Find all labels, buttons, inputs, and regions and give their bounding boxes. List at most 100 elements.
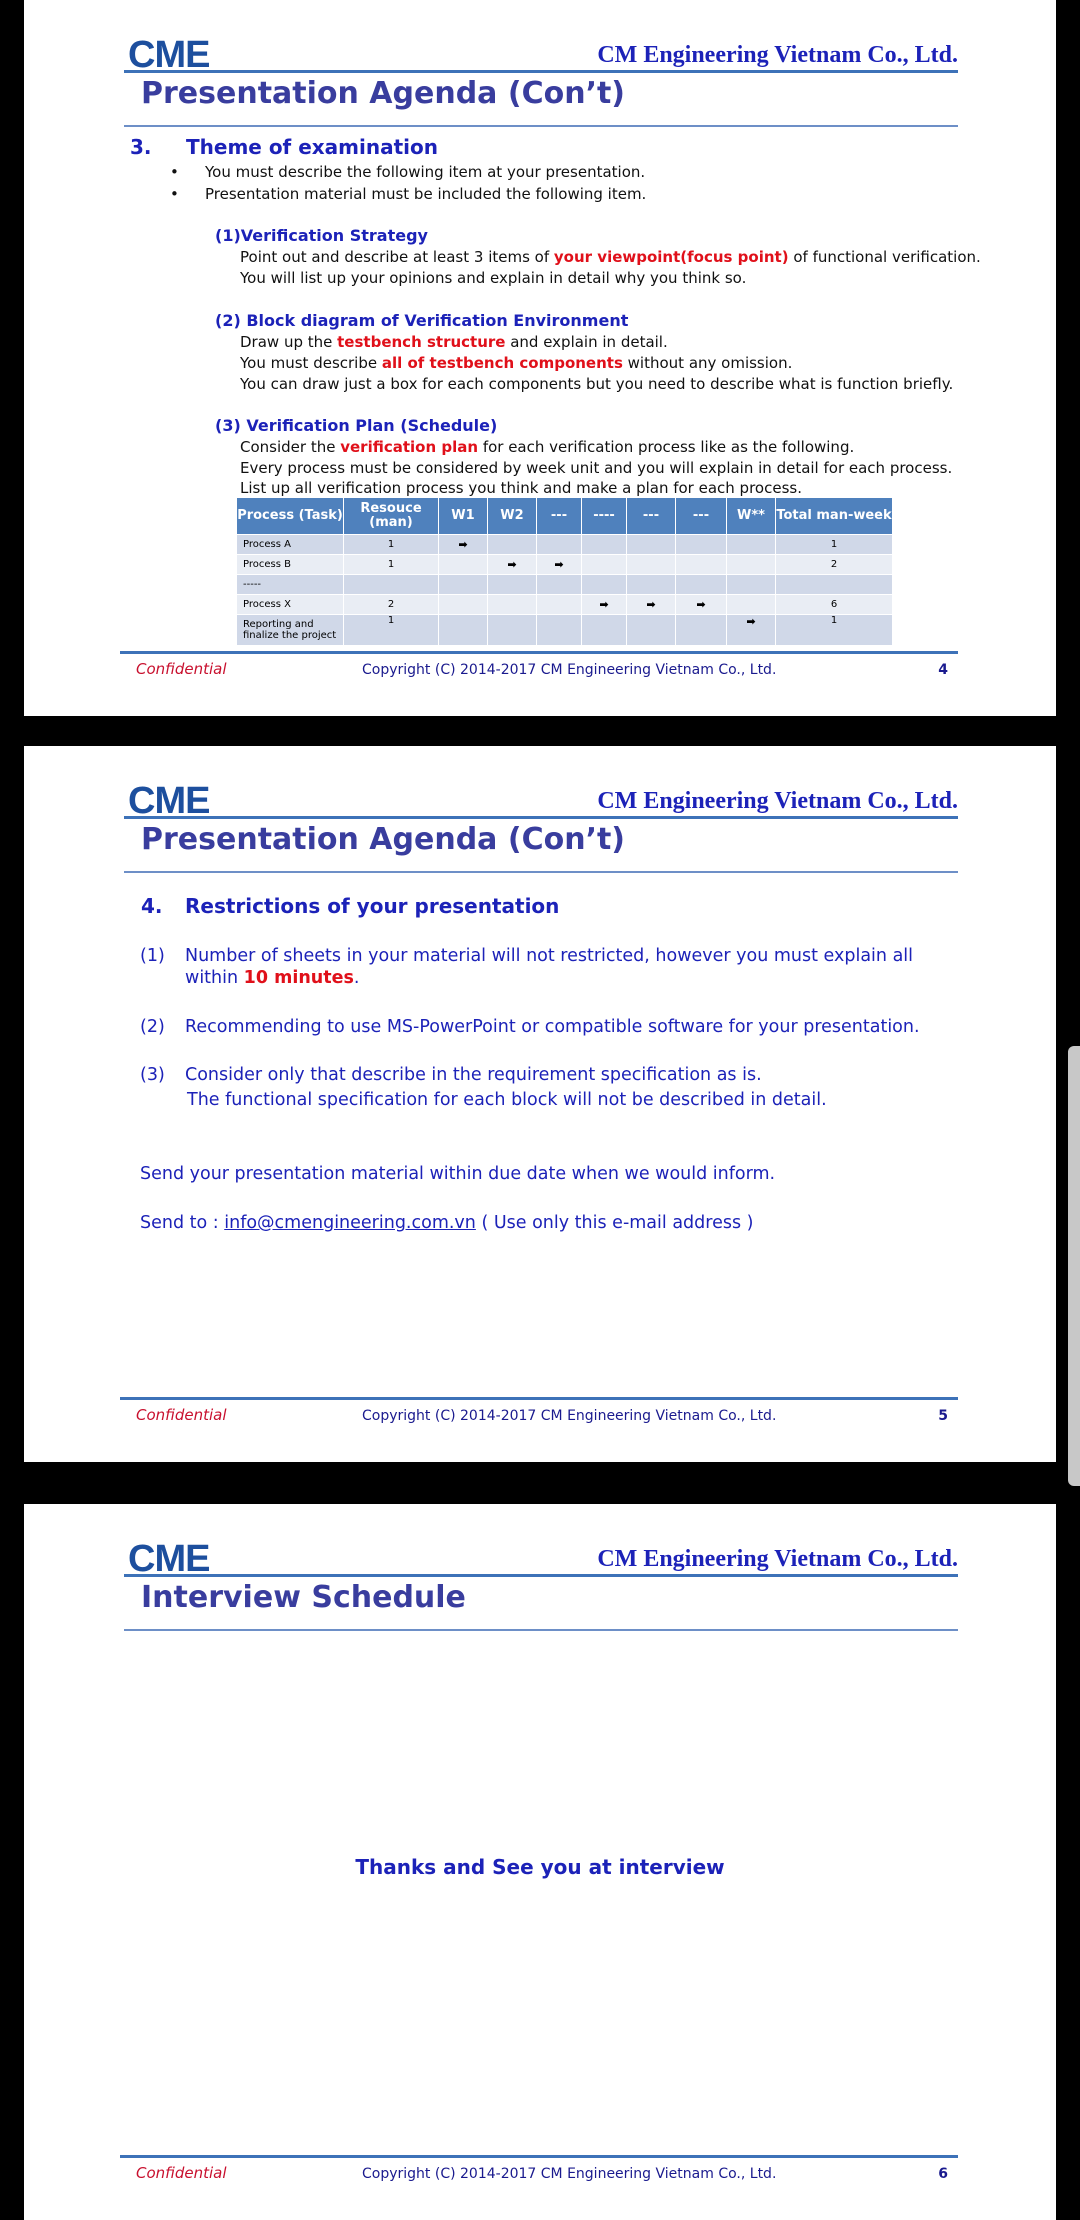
total-cell (775, 574, 893, 595)
week-cell: ➡ (438, 534, 488, 555)
arrow-icon: ➡ (599, 598, 609, 611)
item-line: You will list up your opinions and expla… (240, 269, 747, 287)
slide-title: Interview Schedule (141, 1580, 466, 1615)
copyright: Copyright (C) 2014-2017 CM Engineering V… (362, 662, 777, 678)
table-header-cell: W2 (487, 497, 537, 535)
resource-cell: 1 (343, 554, 439, 575)
send-instruction: Send your presentation material within d… (140, 1164, 776, 1184)
restriction-number: (3) (140, 1065, 165, 1085)
footer-rule (120, 1397, 958, 1400)
arrow-icon: ➡ (746, 615, 756, 628)
verification-plan-table: Process (Task) Resouce (man) W1 W2 --- ---- --… (236, 497, 893, 646)
company-name: CM Engineering Vietnam Co., Ltd. (597, 788, 958, 814)
week-cell (626, 614, 676, 646)
slide-title: Presentation Agenda (Con’t) (141, 76, 626, 111)
header-rule (124, 70, 958, 73)
item-line: Point out and describe at least 3 items … (240, 248, 981, 266)
task-cell: Process A (236, 534, 344, 555)
week-cell (675, 534, 727, 555)
week-cell (626, 534, 676, 555)
slide-4: CME CM Engineering Vietnam Co., Ltd. Pre… (24, 0, 1056, 716)
bullet-dot: • (170, 163, 179, 181)
bullet-1: You must describe the following item at … (205, 163, 646, 181)
table-header-cell: Total man-week (775, 497, 893, 535)
week-cell (487, 574, 537, 595)
section-number: 3. (130, 135, 152, 159)
week-cell (438, 554, 488, 575)
table-header-row: Process (Task) Resouce (man) W1 W2 --- ---- --… (236, 497, 893, 535)
task-cell: Process B (236, 554, 344, 575)
table-header-cell: ---- (581, 497, 627, 535)
confidential-label: Confidential (136, 1406, 227, 1424)
week-cell (536, 594, 582, 615)
week-cell: ➡ (626, 594, 676, 615)
resource-cell: 1 (343, 614, 439, 646)
restriction-1-cont: within 10 minutes. (185, 968, 360, 988)
total-cell: 1 (775, 614, 893, 646)
table-header-cell: --- (536, 497, 582, 535)
title-rule (124, 125, 958, 127)
week-cell (726, 554, 776, 575)
week-cell (581, 574, 627, 595)
week-cell (487, 594, 537, 615)
footer-rule (120, 651, 958, 654)
week-cell: ➡ (726, 614, 776, 646)
page-number: 5 (938, 1408, 948, 1424)
title-rule (124, 1629, 958, 1631)
copyright: Copyright (C) 2014-2017 CM Engineering V… (362, 2166, 777, 2182)
item-line: You can draw just a box for each compone… (240, 375, 954, 393)
item-line: You must describe all of testbench compo… (240, 354, 793, 372)
restriction-number: (2) (140, 1017, 165, 1037)
week-cell (581, 614, 627, 646)
table-header-cell: Process (Task) (236, 497, 344, 535)
week-cell (438, 614, 488, 646)
item-line: Consider the verification plan for each … (240, 438, 855, 456)
arrow-icon: ➡ (696, 598, 706, 611)
week-cell (438, 594, 488, 615)
week-cell (726, 534, 776, 555)
confidential-label: Confidential (136, 2164, 227, 2182)
week-cell (726, 574, 776, 595)
task-cell: Process X (236, 594, 344, 615)
table-header-cell: W1 (438, 497, 488, 535)
week-cell (438, 574, 488, 595)
restriction-3-cont: The functional specification for each bl… (187, 1090, 827, 1110)
task-cell: Reporting and finalize the project (236, 614, 344, 646)
resource-cell: 1 (343, 534, 439, 555)
table-row: Process X 2 ➡ ➡ ➡ 6 (236, 594, 893, 615)
copyright: Copyright (C) 2014-2017 CM Engineering V… (362, 1408, 777, 1424)
total-cell: 2 (775, 554, 893, 575)
scrollbar[interactable] (1068, 1046, 1080, 1486)
task-cell: ----- (236, 574, 344, 595)
week-cell: ➡ (675, 594, 727, 615)
week-cell: ➡ (581, 594, 627, 615)
table-row: Process A 1 ➡ 1 (236, 534, 893, 555)
item-heading: (2) Block diagram of Verification Enviro… (215, 311, 629, 330)
arrow-icon: ➡ (458, 538, 468, 551)
confidential-label: Confidential (136, 660, 227, 678)
restriction-3: Consider only that describe in the requi… (185, 1065, 762, 1085)
total-cell: 1 (775, 534, 893, 555)
total-cell: 6 (775, 594, 893, 615)
section-title: Restrictions of your presentation (185, 894, 560, 918)
closing-message: Thanks and See you at interview (355, 1855, 725, 1879)
restriction-number: (1) (140, 946, 165, 966)
week-cell (581, 554, 627, 575)
title-rule (124, 871, 958, 873)
arrow-icon: ➡ (507, 558, 517, 571)
restriction-1: Number of sheets in your material will n… (185, 946, 914, 966)
week-cell (626, 554, 676, 575)
slide-6: CME CM Engineering Vietnam Co., Ltd. Int… (24, 1504, 1056, 2220)
email-link[interactable]: info@cmengineering.com.vn (224, 1213, 476, 1233)
week-cell (675, 614, 727, 646)
week-cell: ➡ (487, 554, 537, 575)
table-header-cell: --- (675, 497, 727, 535)
week-cell (536, 614, 582, 646)
table-header-cell: --- (626, 497, 676, 535)
section-title: Theme of examination (186, 135, 439, 159)
page-number: 6 (938, 2166, 948, 2182)
table-row: Reporting and finalize the project 1 ➡ 1 (236, 614, 893, 646)
week-cell (675, 574, 727, 595)
week-cell (487, 614, 537, 646)
week-cell (487, 534, 537, 555)
